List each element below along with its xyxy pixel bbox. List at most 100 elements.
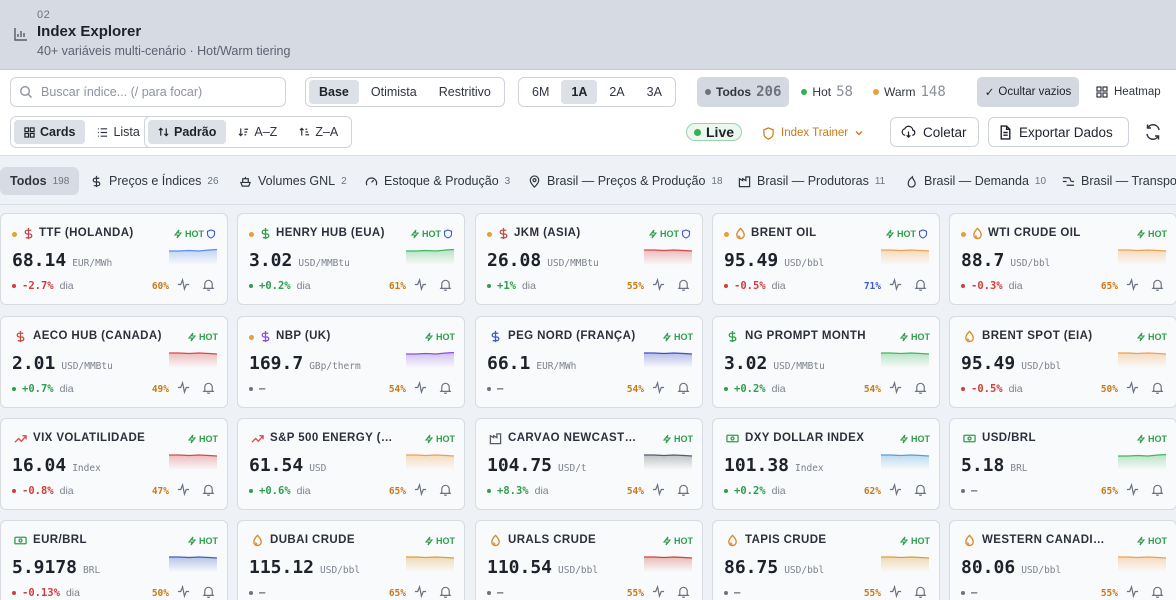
sparkline xyxy=(644,249,692,265)
export-button[interactable]: Exportar Dados xyxy=(988,117,1129,147)
activity-icon[interactable] xyxy=(889,483,902,496)
bell-icon[interactable] xyxy=(1151,585,1164,598)
activity-icon[interactable] xyxy=(652,585,665,598)
activity-icon[interactable] xyxy=(652,483,665,496)
bell-icon[interactable] xyxy=(677,278,690,291)
bell-icon[interactable] xyxy=(1151,381,1164,394)
refresh-icon[interactable] xyxy=(1143,122,1163,142)
collect-button[interactable]: Coletar xyxy=(890,117,979,147)
shield-check-icon xyxy=(681,229,691,239)
tier-warm[interactable]: Warm 148 xyxy=(865,77,954,107)
category-tab-brasil-transporte[interactable]: Brasil — Transpor xyxy=(1062,167,1176,195)
view-cards[interactable]: Cards xyxy=(14,120,86,144)
category-tab-volumes-gnl[interactable]: Volumes GNL 2 xyxy=(239,167,347,195)
bell-icon[interactable] xyxy=(677,483,690,496)
bell-icon[interactable] xyxy=(1151,483,1164,496)
bell-icon[interactable] xyxy=(439,585,452,598)
search-input[interactable] xyxy=(41,82,281,102)
bell-icon[interactable] xyxy=(202,278,215,291)
activity-icon[interactable] xyxy=(652,278,665,291)
activity-icon[interactable] xyxy=(414,585,427,598)
index-card[interactable]: TTF (HOLANDA) HOT 68.14 EUR/MWh -2.7% di… xyxy=(0,213,228,305)
activity-icon[interactable] xyxy=(177,278,190,291)
index-card[interactable]: BRENT OIL HOT 95.49 USD/bbl -0.5% dia 71… xyxy=(712,213,940,305)
category-tab-precos[interactable]: Preços e Índices 26 xyxy=(90,167,219,195)
card-unit: EUR/MWh xyxy=(536,361,577,372)
index-card[interactable]: S&P 500 ENERGY (XLE) HOT 61.54 USD +0.6%… xyxy=(237,418,465,510)
category-tab-estoque[interactable]: Estoque & Produção 3 xyxy=(365,167,510,195)
index-card[interactable]: HENRY HUB (EUA) HOT 3.02 USD/MMBtu +0.2%… xyxy=(237,213,465,305)
search-box[interactable] xyxy=(10,77,286,107)
category-tab-todos[interactable]: Todos 198 xyxy=(0,167,80,195)
activity-icon[interactable] xyxy=(1126,585,1139,598)
scenario-restritivo[interactable]: Restritivo xyxy=(429,80,501,104)
index-card[interactable]: DXY DOLLAR INDEX HOT 101.38 Index +0.2% … xyxy=(712,418,940,510)
activity-icon[interactable] xyxy=(1126,278,1139,291)
activity-icon[interactable] xyxy=(1126,381,1139,394)
bell-icon[interactable] xyxy=(202,483,215,496)
bell-icon[interactable] xyxy=(439,483,452,496)
activity-icon[interactable] xyxy=(652,381,665,394)
index-card[interactable]: BRENT SPOT (EIA) HOT 95.49 USD/bbl -0.5%… xyxy=(949,316,1176,408)
index-card[interactable]: NG PROMPT MONTH HOT 3.02 USD/MMBtu +0.2%… xyxy=(712,316,940,408)
scenario-otimista[interactable]: Otimista xyxy=(361,80,427,104)
activity-icon[interactable] xyxy=(889,585,902,598)
category-count: 11 xyxy=(874,175,886,187)
hide-empty-toggle[interactable]: ✓ Ocultar vazios xyxy=(977,77,1079,107)
index-card[interactable]: AECO HUB (CANADÁ) HOT 2.01 USD/MMBtu +0.… xyxy=(0,316,228,408)
heatmap-button[interactable]: Heatmap xyxy=(1090,77,1170,107)
scenario-base[interactable]: Base xyxy=(309,80,359,104)
category-tab-brasil-demanda[interactable]: Brasil — Demanda 10 xyxy=(905,167,1046,195)
index-card[interactable]: URALS CRUDE HOT 110.54 USD/bbl — 55% xyxy=(475,520,703,600)
period-6m[interactable]: 6M xyxy=(522,80,559,104)
sort-az[interactable]: A–Z xyxy=(228,120,287,144)
activity-icon[interactable] xyxy=(177,483,190,496)
tier-hot[interactable]: Hot 58 xyxy=(793,77,861,107)
index-card[interactable]: JKM (ÁSIA) HOT 26.08 USD/MMBtu +1% dia 5… xyxy=(475,213,703,305)
index-trainer-dropdown[interactable]: Index Trainer xyxy=(762,122,864,144)
activity-icon[interactable] xyxy=(177,585,190,598)
bell-icon[interactable] xyxy=(914,585,927,598)
bell-icon[interactable] xyxy=(202,585,215,598)
bell-icon[interactable] xyxy=(914,483,927,496)
index-card[interactable]: VIX VOLATILIDADE HOT 16.04 Index -0.8% d… xyxy=(0,418,228,510)
activity-icon[interactable] xyxy=(414,483,427,496)
bell-icon[interactable] xyxy=(439,278,452,291)
confidence-pct: 61% xyxy=(388,281,406,292)
card-change: — xyxy=(724,587,746,599)
period-2a[interactable]: 2A xyxy=(599,80,634,104)
bell-icon[interactable] xyxy=(914,278,927,291)
index-card[interactable]: DUBAI CRUDE HOT 115.12 USD/bbl — 65% xyxy=(237,520,465,600)
tier-todos[interactable]: Todos 206 xyxy=(697,77,790,107)
sparkline xyxy=(406,454,454,470)
tier-label: HOT xyxy=(185,229,204,239)
bell-icon[interactable] xyxy=(1151,278,1164,291)
bell-icon[interactable] xyxy=(677,381,690,394)
category-label: Brasil — Produtoras xyxy=(757,174,869,188)
index-card[interactable]: CARVÃO NEWCASTLE HOT 104.75 USD/t +8.3% … xyxy=(475,418,703,510)
category-tab-brasil-produtoras[interactable]: Brasil — Produtoras 11 xyxy=(738,167,885,195)
activity-icon[interactable] xyxy=(414,278,427,291)
index-card[interactable]: PEG NORD (FRANÇA) HOT 66.1 EUR/MWh — 54% xyxy=(475,316,703,408)
index-card[interactable]: USD/BRL HOT 5.18 BRL — 65% xyxy=(949,418,1176,510)
bell-icon[interactable] xyxy=(677,585,690,598)
activity-icon[interactable] xyxy=(177,381,190,394)
index-card[interactable]: TAPIS CRUDE HOT 86.75 USD/bbl — 55% xyxy=(712,520,940,600)
sort-padrao[interactable]: Padrão xyxy=(148,120,227,144)
index-card[interactable]: WTI CRUDE OIL HOT 88.7 USD/bbl -0.3% dia… xyxy=(949,213,1176,305)
view-lista[interactable]: Lista xyxy=(87,120,149,144)
activity-icon[interactable] xyxy=(414,381,427,394)
index-card[interactable]: WESTERN CANADIAN SE... HOT 80.06 USD/bbl… xyxy=(949,520,1176,600)
activity-icon[interactable] xyxy=(1126,483,1139,496)
period-3a[interactable]: 3A xyxy=(637,80,672,104)
index-card[interactable]: EUR/BRL HOT 5.9178 BRL -0.13% dia 50% xyxy=(0,520,228,600)
activity-icon[interactable] xyxy=(889,381,902,394)
index-card[interactable]: NBP (UK) HOT 169.7 GBp/therm — 54% xyxy=(237,316,465,408)
category-tab-brasil-precos[interactable]: Brasil — Preços & Produção 18 xyxy=(528,167,723,195)
bell-icon[interactable] xyxy=(439,381,452,394)
bell-icon[interactable] xyxy=(914,381,927,394)
period-1a[interactable]: 1A xyxy=(561,80,598,104)
sort-za[interactable]: Z–A xyxy=(289,120,348,144)
bell-icon[interactable] xyxy=(202,381,215,394)
activity-icon[interactable] xyxy=(889,278,902,291)
